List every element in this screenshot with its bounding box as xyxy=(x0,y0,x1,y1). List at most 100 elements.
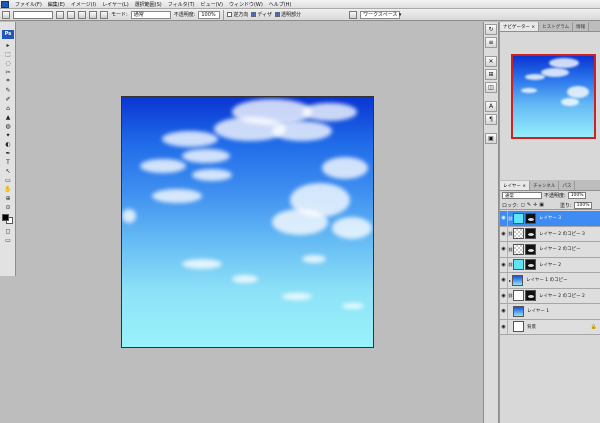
lock-transparency-icon[interactable]: ◻ xyxy=(521,202,525,208)
layer-thumbnail[interactable] xyxy=(513,212,524,224)
type-tool-icon[interactable]: T xyxy=(2,158,14,166)
layer-row[interactable]: ◉ レイヤー 1 xyxy=(500,303,600,320)
move-tool-icon[interactable]: ▸ xyxy=(2,41,14,49)
layer-name[interactable]: 背景 xyxy=(527,324,536,330)
menu-window[interactable]: ウィンドウ(W) xyxy=(226,1,266,8)
brushes-panel-icon[interactable]: ⊞ xyxy=(485,69,497,80)
shape-tool-icon[interactable]: ▭ xyxy=(2,176,14,184)
blur-tool-icon[interactable]: ◍ xyxy=(2,122,14,130)
mode-select[interactable]: 通常 xyxy=(130,10,171,19)
tab-info[interactable]: 情報 xyxy=(573,22,590,31)
layer-mask-thumbnail[interactable] xyxy=(525,243,536,255)
layer-mask-thumbnail[interactable] xyxy=(525,228,536,240)
transparency-checkbox[interactable]: 透明部分 xyxy=(275,11,301,18)
lock-position-icon[interactable]: ✛ xyxy=(533,202,537,208)
visibility-eye-icon[interactable]: ◉ xyxy=(500,210,508,226)
layer-comps-icon[interactable]: ▣ xyxy=(485,133,497,144)
clone-source-icon[interactable]: ◫ xyxy=(485,82,497,93)
dither-checkbox[interactable]: ディザ xyxy=(251,11,272,18)
layer-row[interactable]: ◉ 背景 🔒 xyxy=(500,319,600,335)
menu-view[interactable]: ビュー(V) xyxy=(198,1,226,8)
crop-tool-icon[interactable]: ✂ xyxy=(2,68,14,76)
fill-input[interactable]: 100% xyxy=(573,201,592,209)
lasso-tool-icon[interactable]: ◌ xyxy=(2,59,14,67)
layer-thumbnail[interactable] xyxy=(513,321,524,333)
eraser-tool-icon[interactable]: ✦ xyxy=(2,131,14,139)
gradient-diamond-button[interactable] xyxy=(100,10,108,19)
menu-image[interactable]: イメージ(I) xyxy=(68,1,99,8)
layer-thumbnail[interactable] xyxy=(513,228,524,240)
brush-tool-icon[interactable]: ✐ xyxy=(2,95,14,103)
pen-tool-icon[interactable]: ✒ xyxy=(2,149,14,157)
gradient-preview[interactable] xyxy=(13,10,53,19)
visibility-eye-icon[interactable]: ◉ xyxy=(500,241,508,257)
foreground-color-swatch[interactable] xyxy=(2,214,9,221)
navigator-preview[interactable] xyxy=(511,54,596,139)
zoom-tool-icon[interactable]: ⊕ xyxy=(2,194,14,202)
layer-thumbnail[interactable] xyxy=(513,305,524,317)
actions-panel-icon[interactable]: ≡ xyxy=(485,37,497,48)
marquee-tool-icon[interactable]: ⬚ xyxy=(2,50,14,58)
menu-select[interactable]: 選択範囲(S) xyxy=(132,1,165,8)
layer-name[interactable]: レイヤー 1 のコピー xyxy=(526,277,568,283)
palette-well-icon[interactable] xyxy=(349,10,358,19)
reverse-checkbox[interactable]: 逆方向 xyxy=(227,11,248,18)
gradient-linear-button[interactable] xyxy=(56,10,64,19)
layer-name[interactable]: レイヤー 3 xyxy=(539,215,561,221)
layer-thumbnail[interactable] xyxy=(513,259,524,271)
tool-preset-icon[interactable] xyxy=(2,10,10,19)
menu-help[interactable]: ヘルプ(H) xyxy=(266,1,295,8)
screen-mode-icon[interactable]: ▭ xyxy=(2,236,14,244)
layer-name[interactable]: レイヤー 2 のコピー 2 xyxy=(539,293,585,299)
layer-row[interactable]: ◉ ⛓ レイヤー 2 のコピー 3 xyxy=(500,226,600,242)
visibility-eye-icon[interactable]: ◉ xyxy=(500,257,508,273)
group-expand-icon[interactable]: ▸ xyxy=(509,278,511,283)
visibility-eye-icon[interactable]: ◉ xyxy=(500,272,508,288)
tab-histogram[interactable]: ヒストグラム xyxy=(539,22,574,31)
menu-filter[interactable]: フィルタ(T) xyxy=(165,1,198,8)
quick-mask-icon[interactable]: ◻ xyxy=(2,227,14,235)
lock-image-icon[interactable]: ✎ xyxy=(527,202,531,208)
gradient-radial-button[interactable] xyxy=(67,10,75,19)
layer-mask-thumbnail[interactable] xyxy=(525,212,536,224)
path-select-tool-icon[interactable]: ↖ xyxy=(2,167,14,175)
history-panel-icon[interactable]: ↻ xyxy=(485,24,497,35)
color-swatches[interactable] xyxy=(2,214,14,224)
visibility-eye-icon[interactable]: ◉ xyxy=(500,226,508,242)
hand-tool-icon[interactable]: ✋ xyxy=(2,185,14,193)
layer-row[interactable]: ◉ ▸ レイヤー 1 のコピー xyxy=(500,272,600,289)
tab-paths[interactable]: パス xyxy=(559,181,576,190)
layer-row[interactable]: ◉ ⛓ レイヤー 2 のコピー 2 xyxy=(500,288,600,304)
menu-layer[interactable]: レイヤー(L) xyxy=(99,1,132,8)
gradient-tool-icon[interactable]: ▲ xyxy=(2,113,14,121)
gradient-reflected-button[interactable] xyxy=(89,10,97,19)
layer-thumbnail[interactable] xyxy=(513,243,524,255)
workspace-button[interactable]: ワークスペース ▾ xyxy=(360,10,401,19)
visibility-eye-icon[interactable]: ◉ xyxy=(500,288,508,304)
visibility-eye-icon[interactable]: ◉ xyxy=(500,319,508,335)
layer-name[interactable]: レイヤー 2 xyxy=(539,262,561,268)
opacity-input[interactable]: 100% xyxy=(198,10,221,19)
visibility-eye-icon[interactable]: ◉ xyxy=(500,303,508,319)
layer-mask-thumbnail[interactable] xyxy=(525,290,536,302)
layer-row[interactable]: ◉ ⛓ レイヤー 3 xyxy=(500,210,600,227)
blend-mode-select[interactable]: 通常 xyxy=(502,192,542,199)
layer-thumbnail[interactable] xyxy=(512,274,524,286)
layer-row[interactable]: ◉ ⛓ レイヤー 2 のコピー xyxy=(500,241,600,258)
layer-name[interactable]: レイヤー 2 のコピー xyxy=(539,246,581,252)
healing-brush-icon[interactable]: ✎ xyxy=(2,86,14,94)
paragraph-panel-icon[interactable]: ¶ xyxy=(485,114,497,125)
tool-presets-icon[interactable]: ✕ xyxy=(485,56,497,67)
stamp-tool-icon[interactable]: ⌂ xyxy=(2,104,14,112)
lock-all-icon[interactable]: ▣ xyxy=(539,202,544,208)
menu-file[interactable]: ファイル(F) xyxy=(12,1,45,8)
character-panel-icon[interactable]: A xyxy=(485,101,497,112)
dodge-tool-icon[interactable]: ◐ xyxy=(2,140,14,148)
gradient-angle-button[interactable] xyxy=(78,10,86,19)
tab-layers[interactable]: レイヤー × xyxy=(500,181,531,190)
layer-opacity-input[interactable]: 100% xyxy=(567,192,586,199)
eyedropper-tool-icon[interactable]: ⊙ xyxy=(2,203,14,211)
layer-name[interactable]: レイヤー 2 のコピー 3 xyxy=(539,231,585,237)
layer-mask-thumbnail[interactable] xyxy=(525,259,536,271)
tab-navigator[interactable]: ナビゲーター × xyxy=(500,22,540,31)
